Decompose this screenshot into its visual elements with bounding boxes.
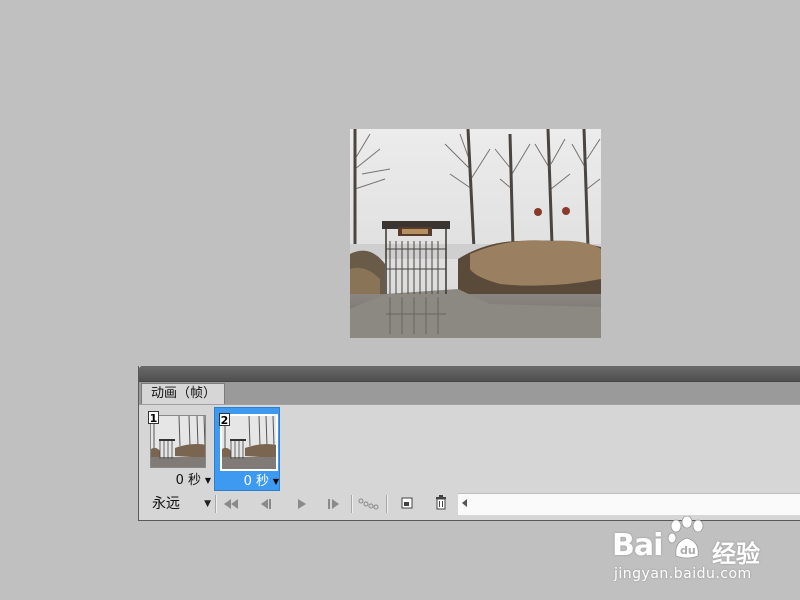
- dropdown-arrow-icon[interactable]: ▼: [273, 478, 279, 486]
- toolbar-divider: [386, 495, 388, 513]
- frames-scrollbar[interactable]: [458, 493, 800, 515]
- frame-delay-value: 0 秒: [243, 474, 269, 489]
- watermark-suffix-text: 经验: [712, 540, 760, 568]
- delete-frame-button[interactable]: [430, 495, 452, 513]
- dropdown-arrow-icon[interactable]: ▼: [205, 477, 211, 485]
- toolbar-divider: [351, 495, 353, 513]
- next-frame-icon: [324, 495, 344, 514]
- watermark-url: jingyan.baidu.com: [614, 566, 752, 582]
- previous-frame-button[interactable]: [255, 495, 277, 513]
- svg-text:du: du: [680, 544, 696, 557]
- workspace-canvas: 动画（帧） 1 0 秒 ▼ 2 0 秒 ▼ 永远 ▼ Bai du 经验 jin…: [0, 0, 800, 600]
- frame-number: 1: [148, 411, 159, 425]
- first-frame-icon: [221, 495, 241, 514]
- first-frame-button[interactable]: [220, 495, 242, 513]
- document-image: [350, 129, 601, 338]
- loop-options-select[interactable]: 永远 ▼: [143, 494, 213, 514]
- dropdown-arrow-icon: ▼: [204, 499, 211, 509]
- frame-delay[interactable]: 0 秒 ▼: [215, 474, 279, 490]
- paw-icon: du: [664, 515, 710, 566]
- panel-tab-strip: 动画（帧）: [139, 381, 800, 405]
- watermark-logo-text: Bai: [612, 528, 663, 563]
- duplicate-frame-button[interactable]: [396, 495, 418, 513]
- toolbar-divider: [215, 495, 217, 513]
- tween-icon: [358, 495, 380, 514]
- duplicate-frame-icon: [400, 495, 414, 514]
- animation-frame-2[interactable]: 2 0 秒 ▼: [214, 407, 280, 491]
- animation-frame-1[interactable]: 1 0 秒 ▼: [145, 407, 211, 491]
- next-frame-button[interactable]: [323, 495, 345, 513]
- frame-number: 2: [219, 413, 230, 427]
- tween-button[interactable]: [358, 495, 380, 513]
- frame-delay-value: 0 秒: [175, 473, 201, 488]
- previous-frame-icon: [256, 495, 276, 514]
- trash-icon: [434, 494, 448, 514]
- scroll-left-arrow-icon[interactable]: [462, 499, 467, 507]
- baidu-jingyan-watermark: Bai du 经验 jingyan.baidu.com: [612, 515, 792, 586]
- panel-titlebar[interactable]: [139, 366, 800, 381]
- play-icon: [292, 495, 312, 514]
- frames-strip: 1 0 秒 ▼ 2 0 秒 ▼: [139, 404, 800, 493]
- play-button[interactable]: [291, 495, 313, 513]
- tab-animation-frames[interactable]: 动画（帧）: [141, 383, 225, 405]
- loop-options-value: 永远: [152, 496, 180, 512]
- animation-panel: 动画（帧） 1 0 秒 ▼ 2 0 秒 ▼ 永远 ▼: [138, 366, 800, 521]
- frame-delay[interactable]: 0 秒 ▼: [145, 473, 211, 489]
